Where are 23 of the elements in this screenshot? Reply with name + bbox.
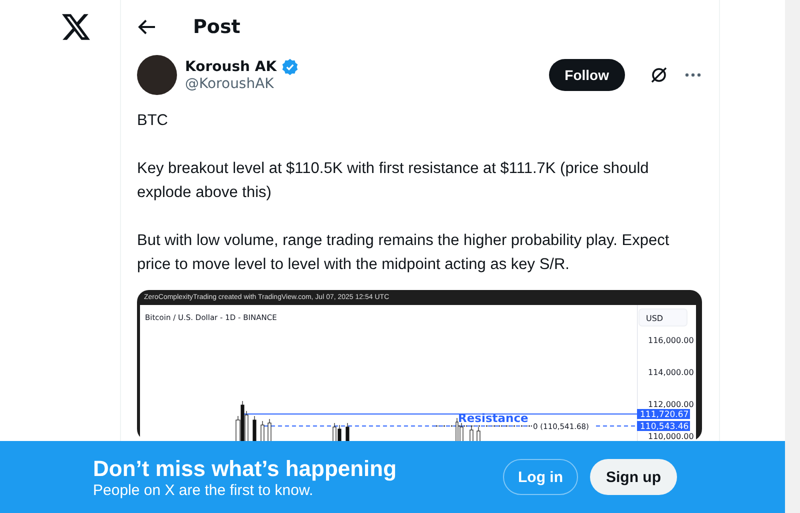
post-paragraph: BTC	[137, 111, 169, 131]
currency-label	[638, 308, 688, 326]
price-axis-label: 114,000.00	[648, 368, 694, 377]
price-tag: 110,543.46	[637, 421, 690, 432]
price-axis-label: 112,000.00	[648, 400, 694, 409]
price-axis-label: 110,000.00	[648, 432, 694, 441]
post-paragraph: Key breakout level at $110.5K with first resistance at $111.7K (price should explode above this)	[137, 159, 650, 203]
price-axis-label: 116,000.00	[648, 336, 694, 345]
signup-button[interactable]: Sign up	[590, 459, 677, 495]
price-tag: 111,720.67	[637, 409, 690, 420]
banner-subtitle: People on X are the first to know.	[93, 482, 314, 498]
banner-title: Don’t miss what’s happening	[93, 456, 398, 482]
author-name[interactable]: Koroush AK	[185, 59, 277, 75]
author-handle[interactable]: @KoroushAK	[185, 76, 541, 92]
post-paragraph: But with low volume, range trading remains the higher probability play. Expect price to move level to level with the midpoint acting as key S/R.	[137, 231, 670, 275]
x-logo-icon[interactable]	[62, 14, 90, 40]
resistance-label: Resistance	[458, 411, 528, 425]
page-title: Post	[193, 16, 240, 38]
avatar[interactable]	[137, 55, 177, 95]
follow-button[interactable]: Follow	[548, 59, 625, 91]
slashed-circle-icon[interactable]	[649, 65, 669, 85]
currency-label-text: USD	[646, 314, 664, 323]
chart-screenshot[interactable]	[137, 290, 702, 441]
